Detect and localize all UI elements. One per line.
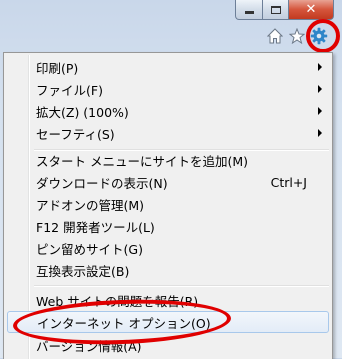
menu-item-label: ダウンロードの表示(N) <box>36 175 168 191</box>
menu-item-manage-addons[interactable]: アドオンの管理(M) <box>7 193 329 215</box>
menu-item-pinned-sites[interactable]: ピン留めサイト(G) <box>7 237 329 259</box>
star-icon[interactable] <box>288 27 306 45</box>
maximize-button[interactable] <box>263 0 289 20</box>
menu-separator <box>34 285 329 287</box>
submenu-arrow-icon <box>318 107 322 115</box>
menu-item-file[interactable]: ファイル(F) <box>7 78 329 100</box>
submenu-arrow-icon <box>318 63 322 71</box>
menu-item-view-downloads[interactable]: ダウンロードの表示(N) Ctrl+J <box>7 171 329 193</box>
menu-item-label: 互換表示設定(B) <box>36 263 130 279</box>
home-icon[interactable] <box>266 27 284 45</box>
menu-item-zoom[interactable]: 拡大(Z) (100%) <box>7 100 329 122</box>
close-icon: ✕ <box>305 2 317 17</box>
close-button[interactable]: ✕ <box>289 0 334 20</box>
minimize-icon <box>244 11 254 14</box>
submenu-arrow-icon <box>318 85 322 93</box>
menu-item-shortcut: Ctrl+J <box>270 174 307 190</box>
gear-highlight-circle <box>306 19 340 53</box>
menu-item-label: 印刷(P) <box>36 60 79 76</box>
maximize-icon <box>270 5 281 14</box>
menu-item-label: 拡大(Z) (100%) <box>36 104 129 120</box>
menu-item-label: セーフティ(S) <box>36 126 115 142</box>
menu-item-label: スタート メニューにサイトを追加(M) <box>36 153 249 169</box>
menu-item-dev-tools[interactable]: F12 開発者ツール(L) <box>7 215 329 237</box>
submenu-arrow-icon <box>318 129 322 137</box>
menu-item-label: ファイル(F) <box>36 82 103 98</box>
menu-item-label: アドオンの管理(M) <box>36 197 145 213</box>
menu-item-print[interactable]: 印刷(P) <box>7 56 329 78</box>
menu-item-add-to-start[interactable]: スタート メニューにサイトを追加(M) <box>7 149 329 171</box>
window-caption-buttons: ✕ <box>235 0 334 21</box>
menu-item-safety[interactable]: セーフティ(S) <box>7 122 329 144</box>
menu-item-label: ピン留めサイト(G) <box>36 241 143 257</box>
menu-item-compat-view[interactable]: 互換表示設定(B) <box>7 259 329 281</box>
minimize-button[interactable] <box>235 0 263 20</box>
menu-item-label: F12 開発者ツール(L) <box>36 219 155 235</box>
